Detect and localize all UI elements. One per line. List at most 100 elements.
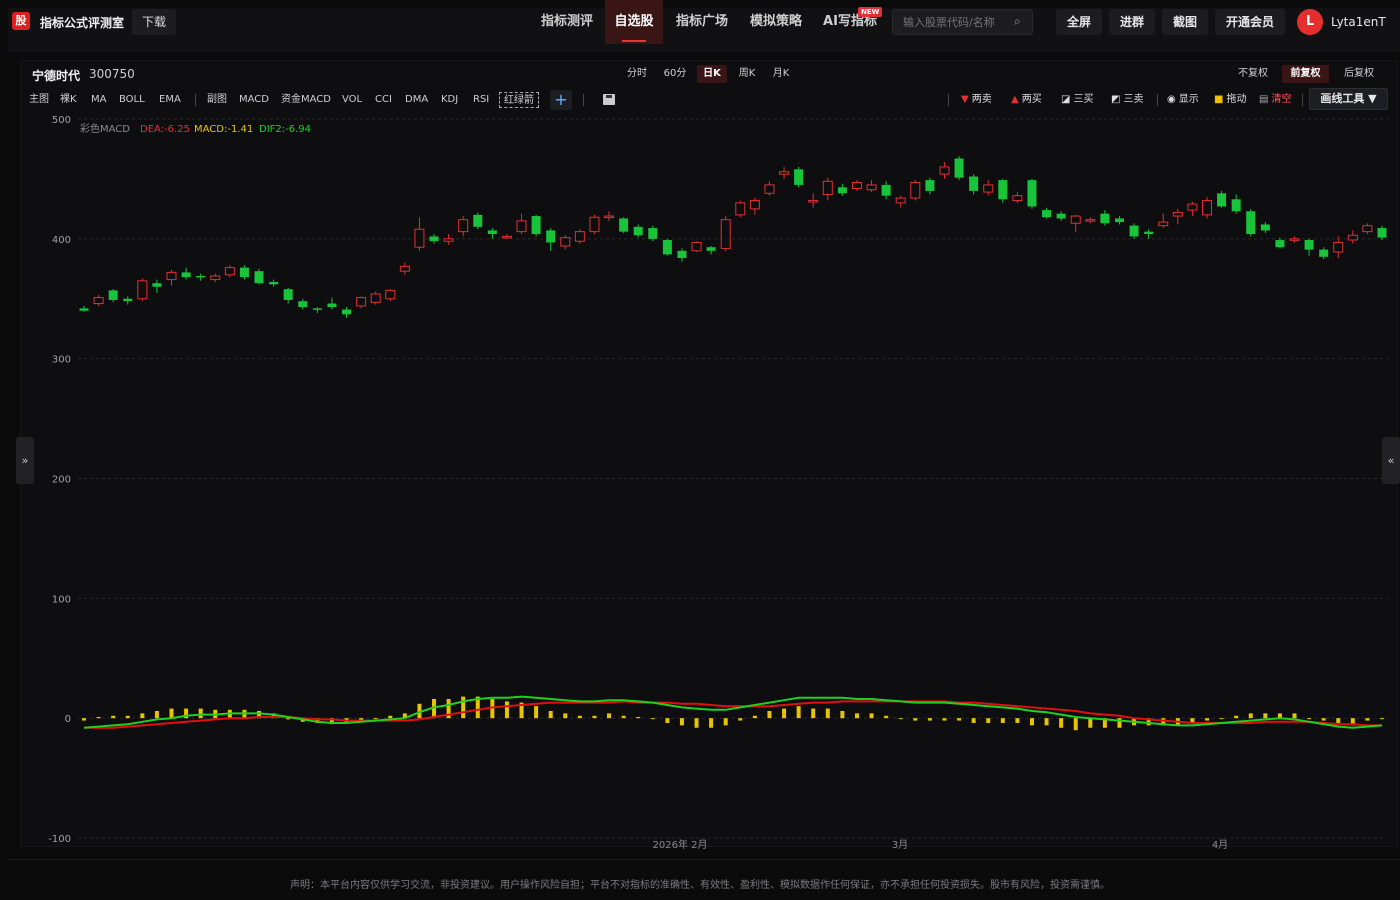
candle-body-down [152,283,162,287]
candle-body-down [123,298,133,302]
legend-title: 彩色MACD [80,122,130,135]
candle-body-up [720,219,731,249]
candle-body-down [79,308,89,311]
candle-body-up [779,171,790,175]
candle-body-up [210,275,221,281]
legend-dif: DIF2:-6.94 [259,124,311,135]
candle-body-up [1362,225,1373,233]
candle-body-down [1144,231,1154,235]
candle-body-up [866,184,877,191]
candle-body-up [414,228,425,248]
macd-bar [927,718,932,721]
y-tick-label: 300 [52,355,71,366]
candle-body-up [589,216,600,233]
macd-bar [796,706,801,719]
candle-body-down [1231,199,1241,212]
macd-bar [738,718,743,721]
candle-body-up [516,220,527,233]
macd-bar [1263,713,1268,719]
macd-bar [971,718,976,723]
candle-body-up [224,267,235,276]
macd-bar [942,718,947,721]
candle-body-down [1319,249,1329,257]
macd-bar [767,710,772,719]
y-tick-label: 100 [52,594,71,605]
macd-bar [1365,718,1370,721]
candle-body-up [399,265,410,272]
candle-body-up [1187,203,1198,211]
candle-body-up [910,182,921,199]
candle-body-down [969,176,979,191]
candle-body-down [1217,193,1227,207]
candle-body-up [560,237,571,247]
expand-left-panel-button[interactable]: » [16,437,34,484]
macd-bar [665,718,670,723]
disclaimer: 声明：本平台内容仅供学习交流，非投资建议。用户操作风险自担；平台不对指标的准确性… [290,880,1110,891]
candle-body-down [1275,240,1285,248]
candle-body-down [239,267,249,278]
candle-body-up [574,231,585,242]
macd-bar [1380,718,1384,720]
candlestick-chart[interactable]: 500 400 300 200 100 0 -100 2026年 2月 3月 4月 彩色MACD DE… [0,0,1400,900]
candle-body-up [443,238,454,242]
candle-body-down [1129,225,1139,237]
macd-bar [504,701,509,719]
candle-body-up [691,241,702,252]
macd-bar [563,713,568,719]
candle-body-down [473,214,483,227]
candle-body-up [749,199,760,210]
legend-macd: MACD:-1.41 [194,124,253,135]
candle-body-up [1289,238,1300,241]
macd-bar [679,718,684,726]
expand-right-panel-button[interactable]: « [1382,437,1400,484]
candle-body-down [342,309,352,315]
macd-bar [884,715,889,719]
candle-body-down [181,272,191,278]
candle-body-up [458,219,469,233]
candle-body-down [1114,218,1124,223]
candle-body-down [298,301,308,308]
macd-bar [1336,718,1341,723]
macd-bar [82,718,86,721]
macd-bar [534,706,539,719]
x-tick-label: 3月 [892,839,908,851]
macd-bar [913,718,918,721]
candle-body-down [1100,213,1110,224]
macd-bar [811,708,816,719]
candle-body-down [1042,210,1052,218]
macd-bar [125,715,130,719]
candle-body-down [706,247,716,251]
candle-body-down [648,228,658,239]
candle-body-down [998,180,1008,200]
macd-bar [198,708,203,719]
macd-bar [1073,718,1078,731]
candle-body-up [764,184,775,194]
macd-bar [854,713,859,719]
candle-body-down [1246,211,1256,235]
macd-bar [869,713,874,719]
candle-body-down [312,308,322,310]
candle-body-down [269,281,279,285]
candle-body-up [983,184,994,193]
macd-bar [1307,718,1312,720]
candle-body-up [939,166,950,175]
macd-bar [825,708,830,719]
candle-body-down [837,187,847,194]
macd-bar [373,718,378,720]
candle-body-down [1304,240,1314,250]
macd-bar [1000,718,1005,723]
macd-bar [169,708,174,719]
y-tick-label: 200 [52,475,71,486]
macd-bar [286,718,291,720]
candle-body-down [283,289,293,300]
macd-bar [1015,718,1020,723]
candle-body-up [1201,199,1212,216]
candle-body-down [1056,213,1066,219]
y-tick-label: 500 [52,115,71,126]
macd-bar [650,718,655,720]
macd-bar [840,710,845,719]
macd-bar [723,718,728,726]
y-tick-label: -100 [48,834,71,845]
candle-body-down [196,275,206,278]
candle-body-down [1377,228,1387,238]
